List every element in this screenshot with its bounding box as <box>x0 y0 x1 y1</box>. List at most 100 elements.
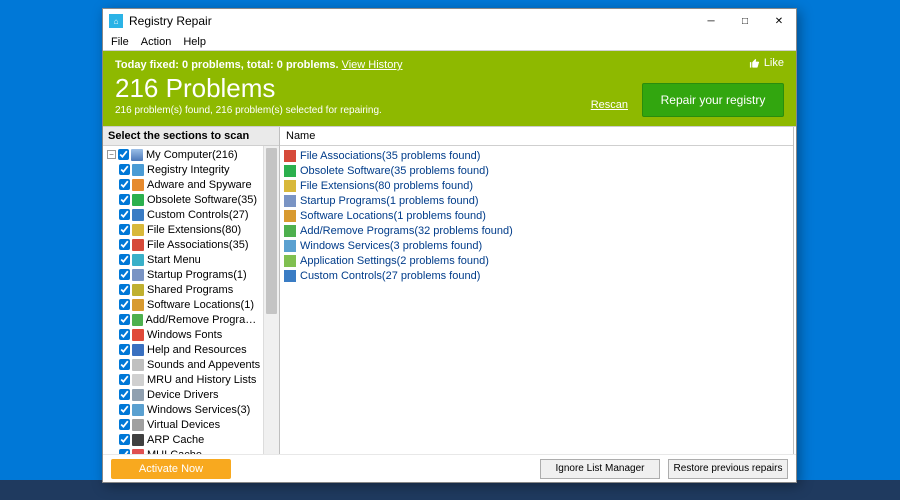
summary-header: Today fixed: 0 problems, total: 0 proble… <box>103 51 796 126</box>
tree-scrollbar[interactable] <box>263 146 279 454</box>
tree-item[interactable]: Windows Services(3) <box>103 402 263 417</box>
view-history-link[interactable]: View History <box>342 59 403 71</box>
result-icon <box>284 240 296 252</box>
tree-item[interactable]: Sounds and Appevents <box>103 357 263 372</box>
tree-item-checkbox[interactable] <box>119 164 130 175</box>
tree-item-checkbox[interactable] <box>119 299 130 310</box>
tree-item-checkbox[interactable] <box>119 269 130 280</box>
tree-item[interactable]: Startup Programs(1) <box>103 267 263 282</box>
result-row[interactable]: Add/Remove Programs(32 problems found) <box>284 223 789 238</box>
tree-item[interactable]: Device Drivers <box>103 387 263 402</box>
tree-item[interactable]: Virtual Devices <box>103 417 263 432</box>
tree-item-label: Custom Controls(27) <box>147 209 248 221</box>
section-icon <box>132 314 143 326</box>
tree-item-checkbox[interactable] <box>119 404 130 415</box>
tree-item-checkbox[interactable] <box>119 314 130 325</box>
tree-root[interactable]: − My Computer(216) <box>103 147 263 162</box>
tree-item-label: Device Drivers <box>147 389 219 401</box>
activate-now-button[interactable]: Activate Now <box>111 459 231 479</box>
tree-item-checkbox[interactable] <box>119 284 130 295</box>
close-button[interactable]: ✕ <box>762 9 796 33</box>
tree-item-checkbox[interactable] <box>119 329 130 340</box>
result-row[interactable]: Custom Controls(27 problems found) <box>284 268 789 283</box>
result-icon <box>284 225 296 237</box>
tree-item-checkbox[interactable] <box>119 209 130 220</box>
tree-item[interactable]: MUI Cache <box>103 447 263 454</box>
tree-item[interactable]: Help and Resources <box>103 342 263 357</box>
tree-item[interactable]: Adware and Spyware <box>103 177 263 192</box>
tree-item-checkbox[interactable] <box>119 254 130 265</box>
section-icon <box>132 359 144 371</box>
rescan-link[interactable]: Rescan <box>591 99 628 111</box>
tree-item[interactable]: Add/Remove Programs(32) <box>103 312 263 327</box>
result-icon <box>284 210 296 222</box>
tree-item-label: Virtual Devices <box>147 419 220 431</box>
tree-item[interactable]: File Associations(35) <box>103 237 263 252</box>
tree-item-checkbox[interactable] <box>119 344 130 355</box>
tree-item[interactable]: MRU and History Lists <box>103 372 263 387</box>
results-column-name[interactable]: Name <box>280 127 793 146</box>
like-link[interactable]: Like <box>749 57 784 69</box>
tree-item-checkbox[interactable] <box>119 374 130 385</box>
tree-item[interactable]: Registry Integrity <box>103 162 263 177</box>
section-icon <box>132 389 144 401</box>
tree-item-label: Registry Integrity <box>147 164 230 176</box>
result-row[interactable]: Software Locations(1 problems found) <box>284 208 789 223</box>
tree-root-label: My Computer(216) <box>146 149 238 161</box>
tree-item-label: Windows Fonts <box>147 329 222 341</box>
restore-previous-repairs-button[interactable]: Restore previous repairs <box>668 459 788 479</box>
app-window: ⌂ Registry Repair ─ □ ✕ File Action Help… <box>102 8 797 483</box>
section-icon <box>132 179 144 191</box>
result-label: Obsolete Software(35 problems found) <box>300 165 489 177</box>
tree-item[interactable]: ARP Cache <box>103 432 263 447</box>
tree-item-checkbox[interactable] <box>119 419 130 430</box>
tree-item-checkbox[interactable] <box>119 359 130 370</box>
tree-item[interactable]: Custom Controls(27) <box>103 207 263 222</box>
menu-file[interactable]: File <box>111 36 129 48</box>
tree-item[interactable]: File Extensions(80) <box>103 222 263 237</box>
results-list[interactable]: File Associations(35 problems found) Obso… <box>280 146 793 454</box>
tree-item-label: Software Locations(1) <box>147 299 254 311</box>
result-label: Add/Remove Programs(32 problems found) <box>300 225 513 237</box>
results-pane: Name File Associations(35 problems found… <box>280 127 794 454</box>
result-icon <box>284 180 296 192</box>
tree-item-checkbox[interactable] <box>119 179 130 190</box>
tree-item-label: File Extensions(80) <box>147 224 241 236</box>
tree-item[interactable]: Software Locations(1) <box>103 297 263 312</box>
section-icon <box>132 419 144 431</box>
ignore-list-manager-button[interactable]: Ignore List Manager <box>540 459 660 479</box>
result-row[interactable]: Startup Programs(1 problems found) <box>284 193 789 208</box>
sections-tree[interactable]: − My Computer(216) Registry IntegrityAdw… <box>103 146 263 454</box>
result-icon <box>284 270 296 282</box>
tree-item-checkbox[interactable] <box>119 389 130 400</box>
sidebar: Select the sections to scan − My Compute… <box>103 127 280 454</box>
maximize-button[interactable]: □ <box>728 9 762 33</box>
result-row[interactable]: Application Settings(2 problems found) <box>284 253 789 268</box>
result-row[interactable]: File Extensions(80 problems found) <box>284 178 789 193</box>
tree-item[interactable]: Obsolete Software(35) <box>103 192 263 207</box>
result-row[interactable]: Windows Services(3 problems found) <box>284 238 789 253</box>
tree-item-checkbox[interactable] <box>119 434 130 445</box>
tree-item-label: Windows Services(3) <box>147 404 250 416</box>
menu-help[interactable]: Help <box>183 36 206 48</box>
result-row[interactable]: Obsolete Software(35 problems found) <box>284 163 789 178</box>
repair-registry-button[interactable]: Repair your registry <box>642 83 784 117</box>
tree-item-checkbox[interactable] <box>119 224 130 235</box>
tree-item[interactable]: Windows Fonts <box>103 327 263 342</box>
collapse-icon[interactable]: − <box>107 150 116 159</box>
tree-item-checkbox[interactable] <box>119 239 130 250</box>
minimize-button[interactable]: ─ <box>694 9 728 33</box>
result-label: File Extensions(80 problems found) <box>300 180 473 192</box>
tree-item-label: MRU and History Lists <box>147 374 256 386</box>
tree-root-checkbox[interactable] <box>118 149 129 160</box>
scrollbar-thumb[interactable] <box>266 148 277 314</box>
menu-action[interactable]: Action <box>141 36 172 48</box>
result-row[interactable]: File Associations(35 problems found) <box>284 148 789 163</box>
section-icon <box>132 374 144 386</box>
tree-item[interactable]: Start Menu <box>103 252 263 267</box>
tree-item-label: Add/Remove Programs(32) <box>146 314 263 326</box>
tree-item-checkbox[interactable] <box>119 194 130 205</box>
result-icon <box>284 165 296 177</box>
tree-item[interactable]: Shared Programs <box>103 282 263 297</box>
tree-item-label: Shared Programs <box>147 284 233 296</box>
